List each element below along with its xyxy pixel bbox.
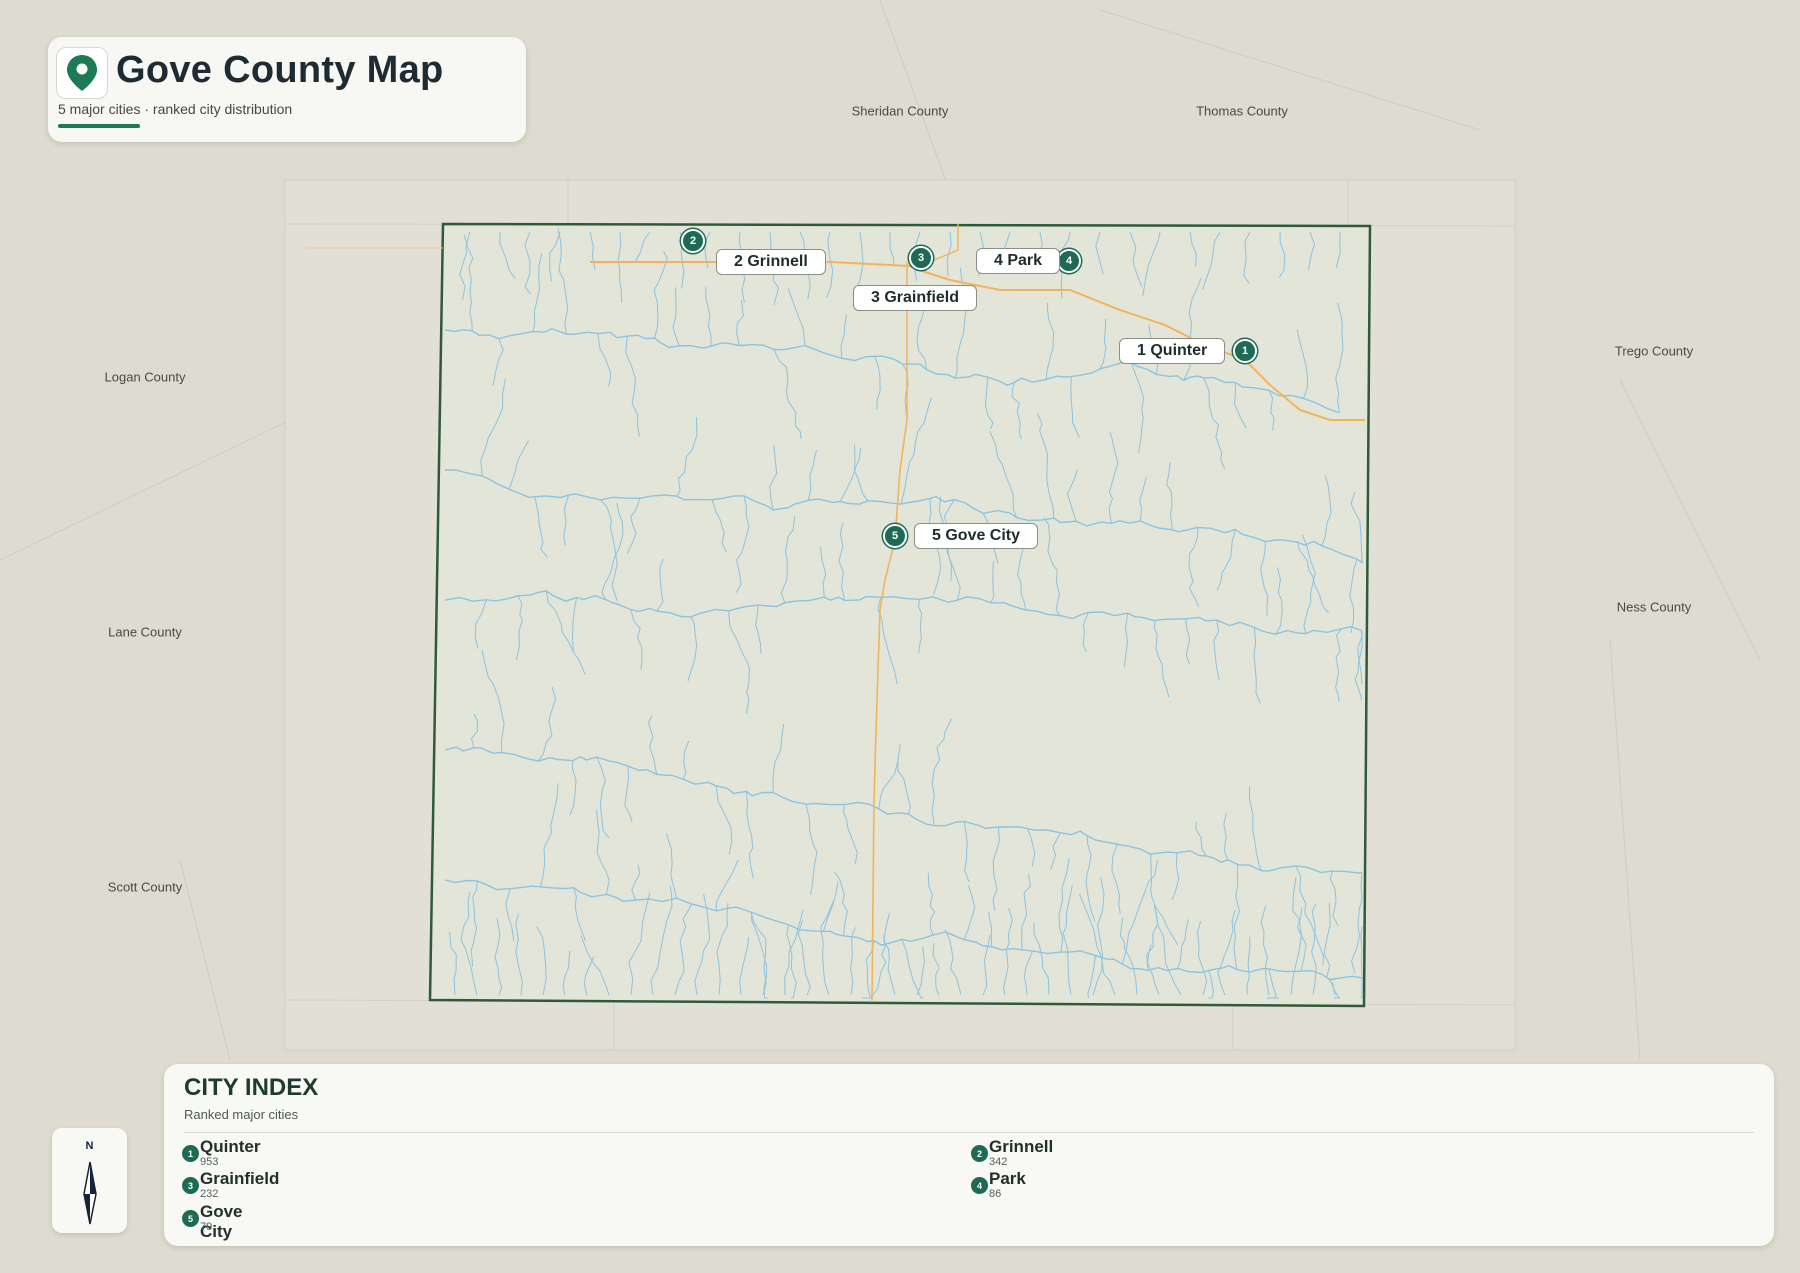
city-callout-quinter[interactable]: 1 Quinter xyxy=(1119,338,1226,364)
city-callout-grainfield[interactable]: 3 Grainfield xyxy=(853,285,978,311)
index-city-name: Grainfield xyxy=(200,1169,280,1188)
title-card: Gove County Map 5 major cities · ranked … xyxy=(48,37,526,142)
index-title: CITY INDEX xyxy=(184,1074,319,1101)
rank-badge: 3 xyxy=(182,1177,199,1194)
city-callout-gove-city[interactable]: 5 Gove City xyxy=(914,523,1039,549)
city-callout-park[interactable]: 4 Park xyxy=(976,248,1061,274)
compass: N xyxy=(52,1128,127,1233)
city-marker-gove-city[interactable]: 5 xyxy=(883,524,907,548)
rank-badge: 5 xyxy=(182,1210,199,1227)
page-subtitle: 5 major cities · ranked city distributio… xyxy=(58,101,293,117)
rank-badge: 1 xyxy=(182,1145,199,1162)
neighbor-label-logan: Logan County xyxy=(104,369,186,385)
index-city-name: Park xyxy=(989,1169,1026,1188)
city-marker-grinnell[interactable]: 2 xyxy=(681,229,705,253)
index-city-name: Grinnell xyxy=(989,1137,1054,1156)
neighbor-label-ness: Ness County xyxy=(1616,599,1692,615)
rank-badge: 2 xyxy=(971,1145,988,1162)
city-marker-quinter[interactable]: 1 xyxy=(1233,339,1257,363)
page-title: Gove County Map xyxy=(116,49,444,91)
index-city-value: 953 xyxy=(200,1156,219,1168)
index-city-value: 79 xyxy=(200,1221,213,1233)
neighbor-label-scott: Scott County xyxy=(107,879,183,895)
neighbor-label-sheridan: Sheridan County xyxy=(851,103,949,119)
index-city-name: Quinter xyxy=(200,1137,261,1156)
index-divider xyxy=(184,1132,1754,1133)
compass-needle-icon xyxy=(83,1161,97,1225)
map-pin-icon xyxy=(56,47,108,99)
index-city-value: 342 xyxy=(989,1156,1008,1168)
index-city-value: 232 xyxy=(200,1188,219,1200)
city-marker-grainfield[interactable]: 3 xyxy=(909,246,933,270)
index-city-value: 86 xyxy=(989,1188,1002,1200)
gove-county-boundary xyxy=(428,222,1372,1008)
city-marker-park[interactable]: 4 xyxy=(1057,249,1081,273)
neighbor-label-trego: Trego County xyxy=(1614,343,1694,359)
index-subtitle: Ranked major cities xyxy=(184,1107,299,1122)
city-callout-grinnell[interactable]: 2 Grinnell xyxy=(716,249,826,275)
neighbor-label-lane: Lane County xyxy=(108,624,182,640)
neighbor-label-thomas: Thomas County xyxy=(1196,103,1288,119)
rank-badge: 4 xyxy=(971,1177,988,1194)
title-underline xyxy=(58,124,140,128)
compass-north-label: N xyxy=(85,1140,94,1152)
city-index-panel: CITY INDEX Ranked major cities 1 Quinter… xyxy=(164,1064,1774,1246)
